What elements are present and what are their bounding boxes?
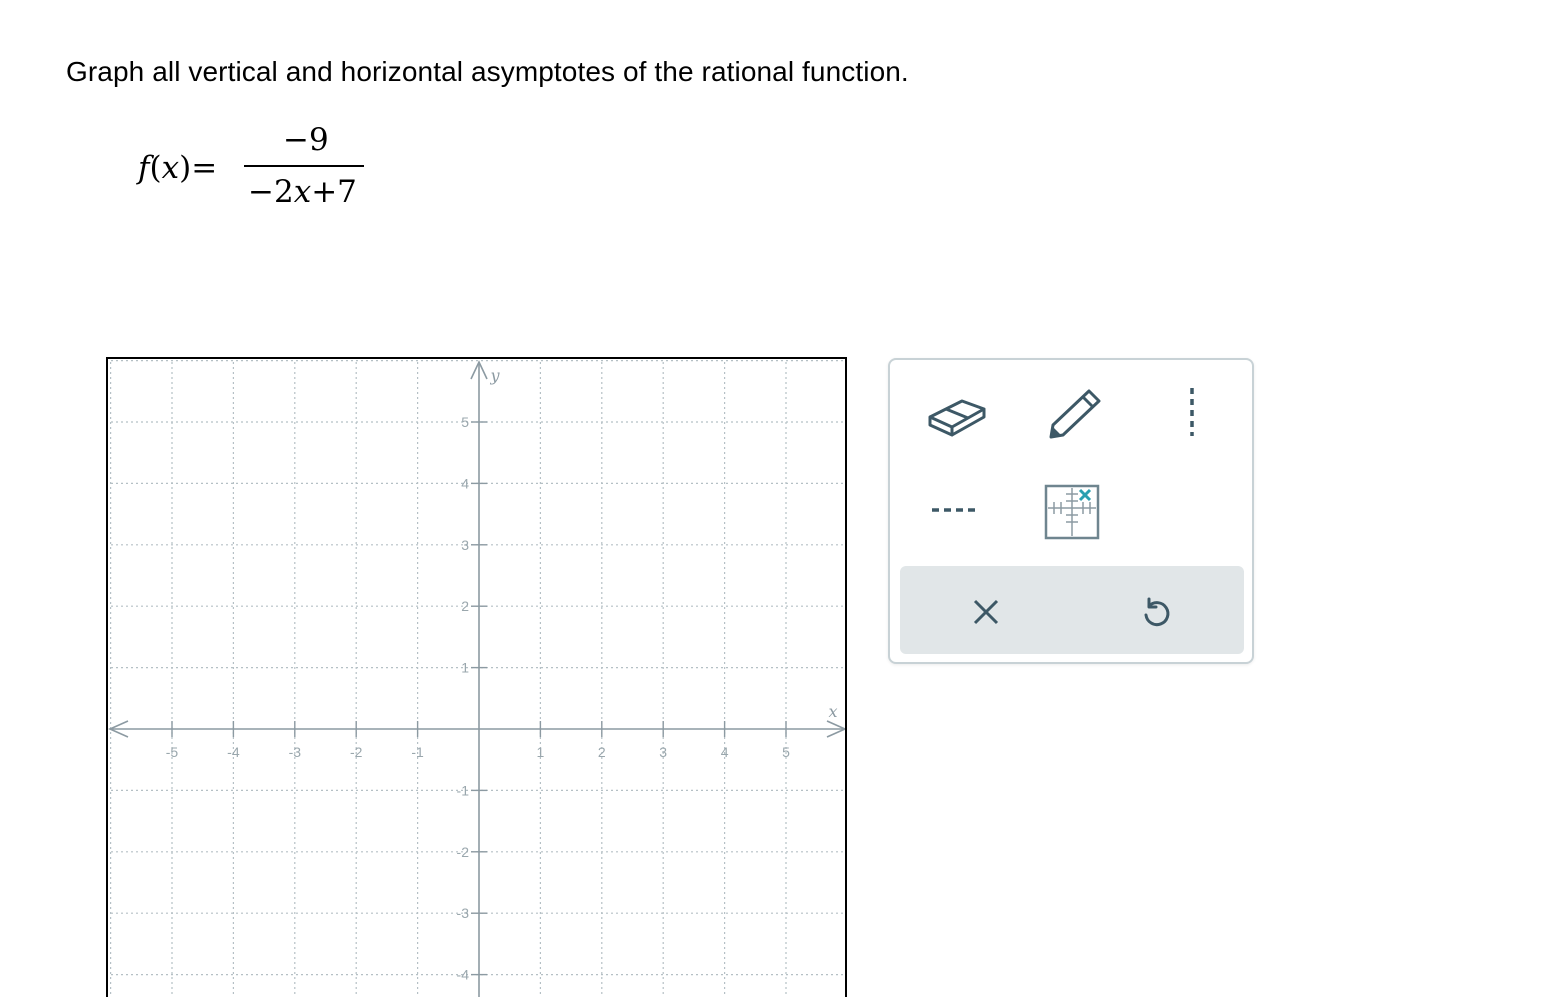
clear-button[interactable] (964, 590, 1008, 634)
x-tick-label: 4 (721, 744, 729, 760)
x-tick-label: -4 (227, 744, 240, 760)
coordinate-plane[interactable]: -5 -4 -3 -2 -1 1 2 3 4 5 5 4 3 2 1 -1 -2 -3 -4 x y (106, 357, 847, 997)
x-tick-label: -5 (166, 744, 179, 760)
rational-function-formula: f(x)= −9 −2x+7 (138, 118, 378, 218)
x-tick-label: -3 (289, 744, 302, 760)
x-tick-label: 2 (598, 744, 606, 760)
denominator-variable: x (293, 174, 312, 210)
graph-reset-icon (1044, 484, 1100, 540)
y-tick-label: 5 (461, 414, 469, 430)
function-lhs: f(x)= (138, 150, 217, 186)
x-tick-label: 1 (537, 744, 545, 760)
pencil-tool-button[interactable] (1042, 378, 1108, 444)
x-tick-label: -2 (350, 744, 363, 760)
action-bar (900, 566, 1244, 654)
x-tick-label: -1 (411, 744, 424, 760)
problem-prompt: Graph all vertical and horizontal asympt… (66, 56, 909, 87)
graph-reset-tool-button[interactable] (1042, 482, 1102, 542)
denominator: −2x+7 (248, 174, 357, 210)
x-tick-label: 3 (659, 744, 667, 760)
x-axis-label: x (828, 702, 837, 721)
y-tick-label: 1 (461, 660, 469, 676)
denominator-coefficient: −2 (248, 174, 294, 210)
numerator: −9 (283, 122, 329, 158)
fraction-bar (244, 165, 364, 167)
x-tick-label: 5 (782, 744, 790, 760)
y-tick-label: -1 (457, 782, 470, 798)
vertical-asymptote-tool-button[interactable] (1172, 382, 1212, 442)
open-paren: ( (149, 150, 162, 186)
eraser-tool-button[interactable] (924, 382, 988, 442)
y-tick-label: -2 (457, 844, 470, 860)
denominator-constant: +7 (311, 174, 357, 210)
function-name: f (138, 150, 150, 186)
graph-canvas[interactable]: -5 -4 -3 -2 -1 1 2 3 4 5 5 4 3 2 1 -1 -2 -3 -4 x y (106, 357, 847, 997)
close-paren: ) (179, 150, 192, 186)
graph-toolbox (888, 358, 1254, 664)
function-variable: x (161, 150, 180, 186)
y-tick-label: 2 (461, 598, 469, 614)
equals-sign: = (191, 150, 218, 186)
undo-icon (1144, 597, 1170, 627)
y-axis-label: y (489, 366, 500, 385)
horizontal-asymptote-tool-button[interactable] (926, 488, 986, 532)
y-tick-label: -4 (457, 967, 470, 983)
y-tick-label: -3 (457, 905, 470, 921)
vertical-dashed-line-icon (1190, 388, 1194, 436)
close-icon (973, 599, 999, 625)
y-tick-label: 3 (461, 537, 469, 553)
horizontal-dashed-line-icon (932, 508, 980, 512)
undo-button[interactable] (1134, 590, 1178, 634)
eraser-icon (928, 399, 986, 437)
y-tick-label: 4 (461, 475, 469, 491)
pencil-icon (1049, 389, 1101, 439)
